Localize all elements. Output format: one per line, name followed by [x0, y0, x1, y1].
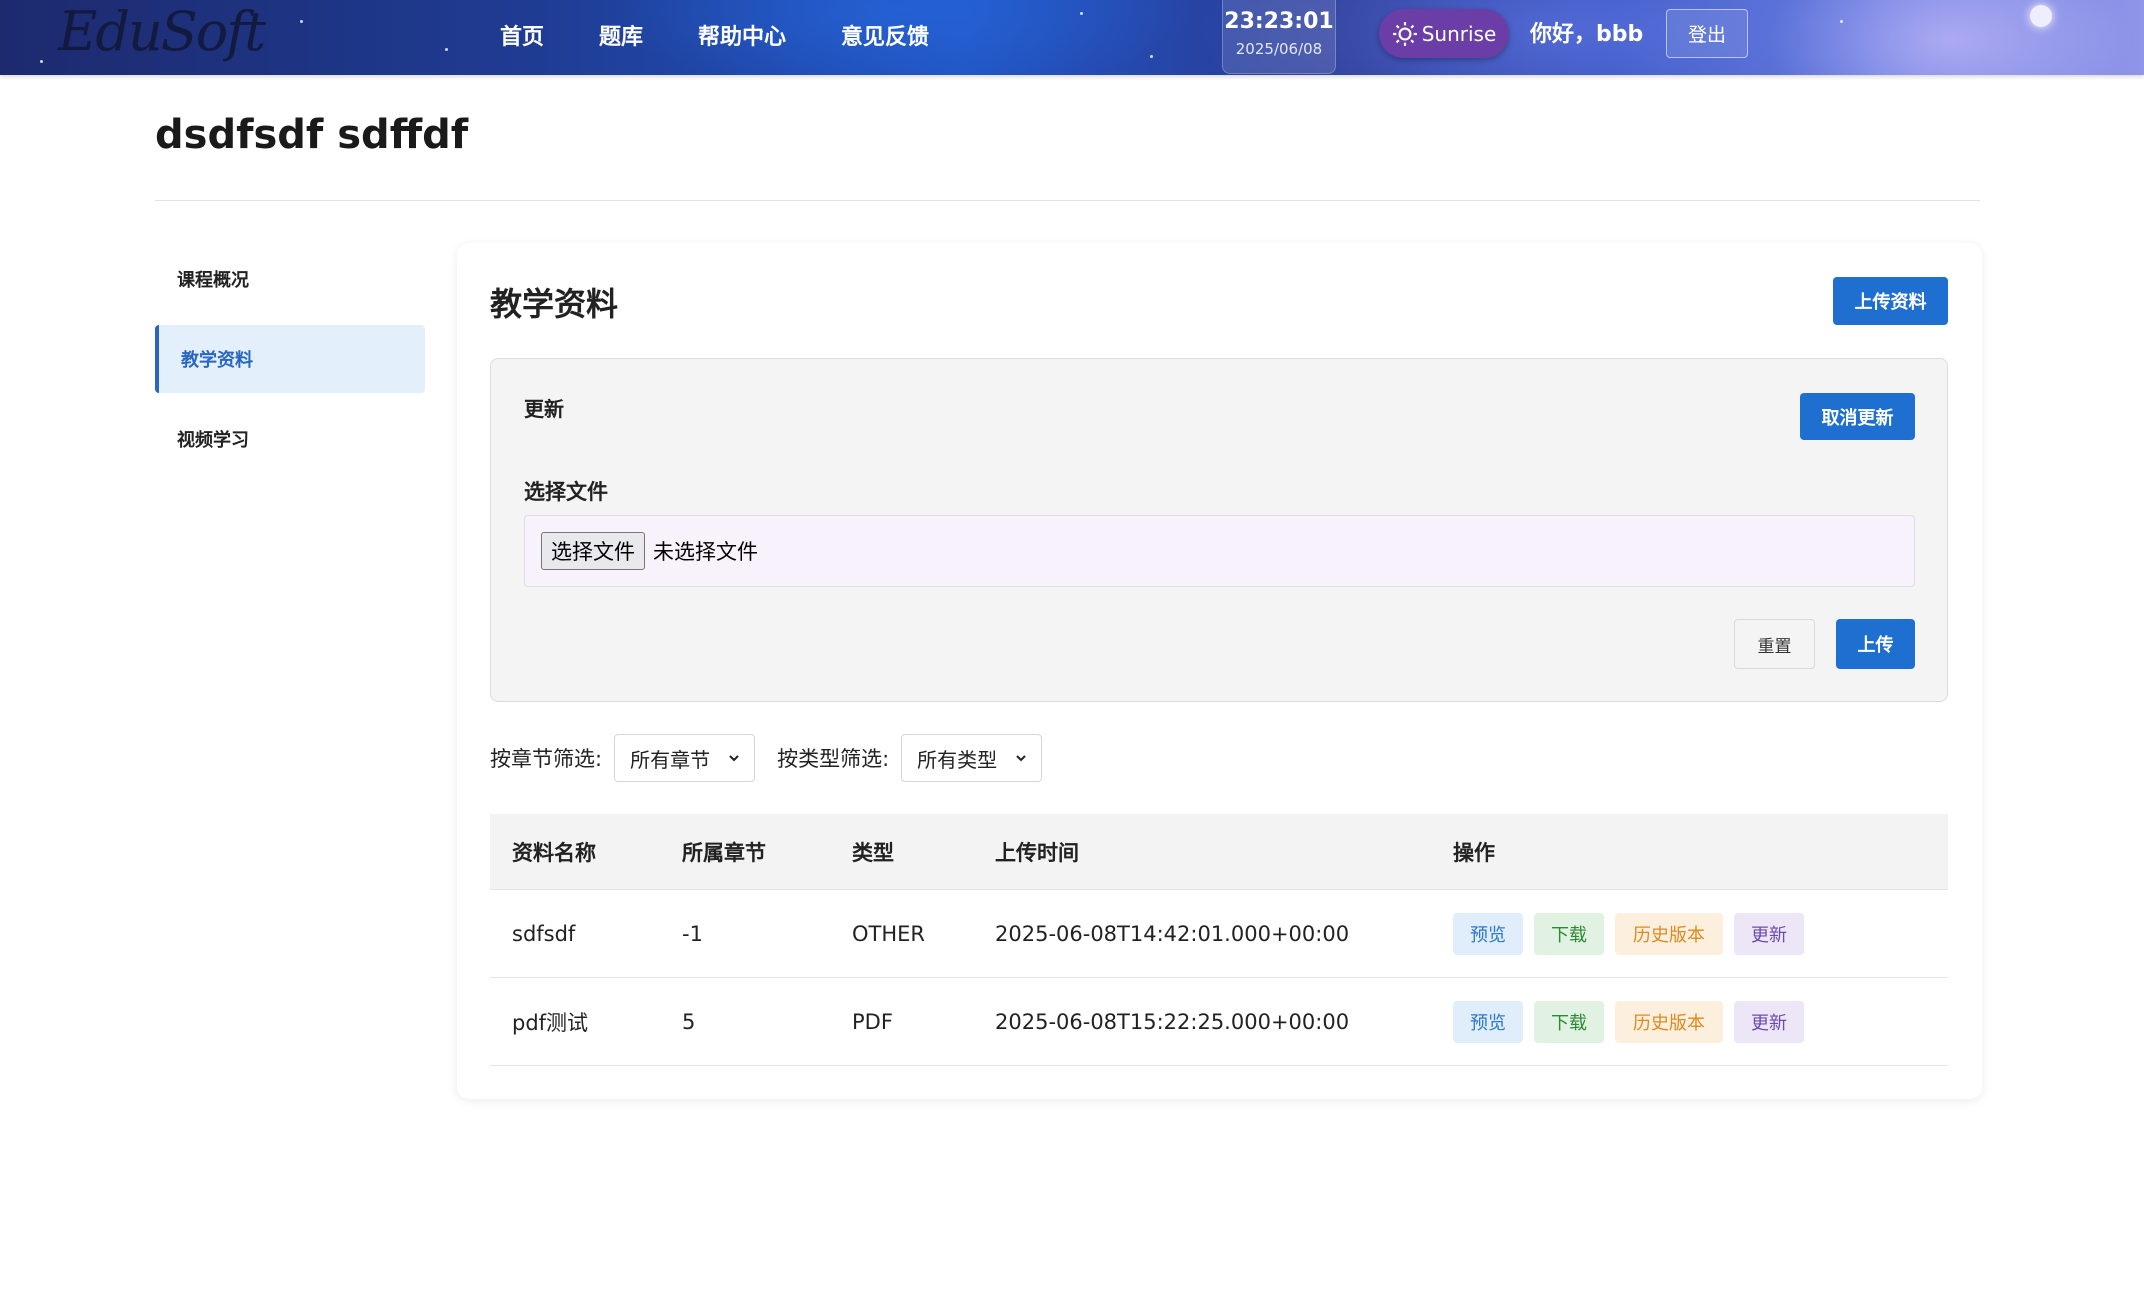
choose-file-button[interactable]: 选择文件 [541, 532, 645, 570]
col-header-name: 资料名称 [512, 840, 596, 865]
file-input[interactable]: 选择文件 未选择文件 [524, 515, 1915, 587]
type-filter-label: 按类型筛选: [777, 747, 890, 771]
title-divider [155, 200, 1980, 201]
col-header-type: 类型 [852, 840, 894, 865]
course-title: dsdfsdf sdffdf [155, 112, 469, 158]
type-filter-select[interactable]: 所有类型 [901, 734, 1043, 782]
history-button[interactable]: 历史版本 [1615, 1000, 1723, 1043]
cell-time: 2025-06-08T14:42:01.000+00:00 [995, 921, 1350, 946]
sidebar-item-label: 视频学习 [177, 430, 249, 451]
cell-time: 2025-06-08T15:22:25.000+00:00 [995, 1009, 1350, 1034]
col-header-chapter: 所属章节 [682, 840, 766, 865]
nav-home[interactable]: 首页 [500, 19, 544, 51]
type-filter-value: 所有类型 [917, 747, 998, 772]
col-header-time: 上传时间 [995, 840, 1079, 865]
cell-name: pdf测试 [512, 1010, 589, 1035]
cell-actions: 预览 下载 历史版本 更新 [1431, 1000, 1948, 1043]
materials-table: 资料名称 所属章节 类型 上传时间 操作 sdfsdf -1 OTHER 202… [490, 814, 1948, 1066]
course-sidebar: 课程概况 教学资料 视频学习 [155, 245, 425, 485]
main-nav: 首页 题库 帮助中心 意见反馈 [500, 0, 929, 70]
update-button[interactable]: 更新 [1734, 1000, 1804, 1043]
chapter-filter-select[interactable]: 所有章节 [614, 734, 756, 782]
download-button[interactable]: 下载 [1534, 912, 1604, 955]
decorative-planet [2030, 5, 2052, 27]
file-status: 未选择文件 [653, 540, 758, 564]
materials-card: 教学资料 上传资料 更新 取消更新 选择文件 选择文件 未选择文件 重置 上传 … [457, 243, 1982, 1099]
logout-button[interactable]: 登出 [1666, 9, 1748, 58]
preview-button[interactable]: 预览 [1453, 912, 1523, 955]
chapter-filter-label: 按章节筛选: [490, 747, 603, 771]
nav-help-center[interactable]: 帮助中心 [698, 19, 786, 51]
nav-question-bank[interactable]: 题库 [599, 19, 643, 51]
clock-widget: 23:23:01 2025/06/08 [1222, 0, 1336, 74]
sun-icon [1392, 21, 1417, 46]
cell-chapter: 5 [682, 1009, 696, 1034]
file-label: 选择文件 [524, 480, 608, 504]
cell-name: sdfsdf [512, 921, 576, 946]
clock-date: 2025/06/08 [1235, 40, 1323, 58]
sidebar-item-videos[interactable]: 视频学习 [155, 405, 425, 473]
col-header-actions: 操作 [1453, 840, 1495, 865]
filter-bar: 按章节筛选: 所有章节 按类型筛选: 所有类型 [490, 734, 1064, 782]
top-navbar: EduSoft 首页 题库 帮助中心 意见反馈 23:23:01 2025/06… [0, 0, 2144, 75]
cell-actions: 预览 下载 历史版本 更新 [1431, 912, 1948, 955]
sidebar-item-overview[interactable]: 课程概况 [155, 245, 425, 313]
cell-type: OTHER [852, 921, 926, 946]
update-panel: 更新 取消更新 选择文件 选择文件 未选择文件 重置 上传 [490, 358, 1948, 702]
section-title: 教学资料 [490, 285, 619, 323]
update-button[interactable]: 更新 [1734, 912, 1804, 955]
upload-material-button[interactable]: 上传资料 [1833, 277, 1948, 325]
table-row: sdfsdf -1 OTHER 2025-06-08T14:42:01.000+… [490, 890, 1948, 978]
cell-type: PDF [852, 1009, 893, 1034]
chapter-filter-value: 所有章节 [630, 747, 711, 772]
update-panel-title: 更新 [524, 397, 564, 421]
nav-feedback[interactable]: 意见反馈 [841, 19, 929, 51]
user-greeting: 你好，bbb [1530, 22, 1644, 47]
cancel-update-button[interactable]: 取消更新 [1800, 393, 1915, 440]
logo[interactable]: EduSoft [58, 0, 266, 64]
upload-button[interactable]: 上传 [1836, 619, 1915, 669]
table-header: 资料名称 所属章节 类型 上传时间 操作 [490, 814, 1948, 890]
reset-button[interactable]: 重置 [1734, 619, 1815, 669]
preview-button[interactable]: 预览 [1453, 1000, 1523, 1043]
table-row: pdf测试 5 PDF 2025-06-08T15:22:25.000+00:0… [490, 978, 1948, 1066]
download-button[interactable]: 下载 [1534, 1000, 1604, 1043]
history-button[interactable]: 历史版本 [1615, 912, 1723, 955]
clock-time: 23:23:01 [1224, 9, 1334, 34]
theme-toggle-button[interactable]: Sunrise [1379, 9, 1509, 58]
theme-label: Sunrise [1421, 21, 1497, 46]
chevron-down-icon [1016, 755, 1026, 762]
sidebar-item-label: 教学资料 [181, 350, 253, 371]
chevron-down-icon [729, 755, 739, 762]
cell-chapter: -1 [682, 921, 703, 946]
sidebar-item-materials[interactable]: 教学资料 [155, 325, 425, 393]
sidebar-item-label: 课程概况 [177, 270, 249, 291]
